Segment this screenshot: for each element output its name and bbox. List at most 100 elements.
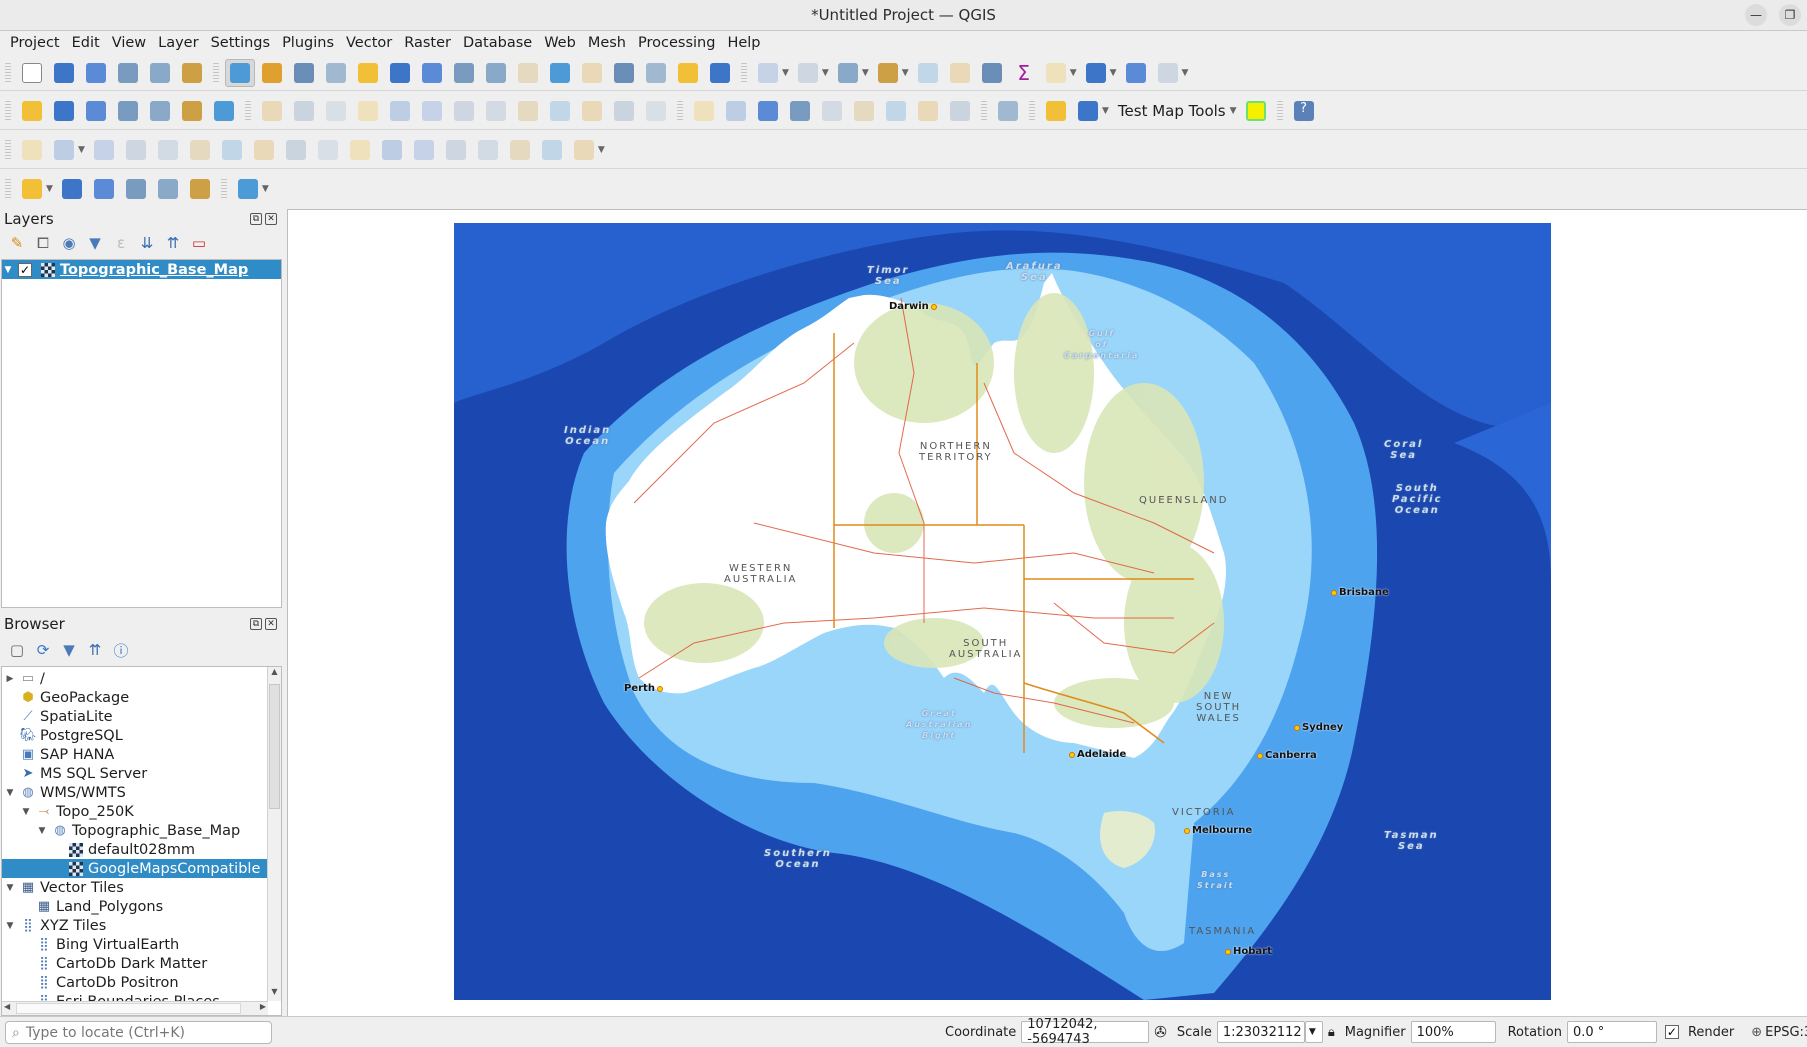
dropdown-arrow[interactable]: ▼ bbox=[1102, 106, 1109, 116]
redo-button[interactable] bbox=[641, 97, 671, 125]
browser-item[interactable]: ▣ SAP HANA bbox=[2, 745, 268, 764]
float-panel-button[interactable]: ⧉ bbox=[250, 213, 262, 225]
annotation-button[interactable] bbox=[17, 175, 47, 203]
show-bookmarks-button[interactable] bbox=[641, 59, 671, 87]
zoom-in-button[interactable] bbox=[289, 59, 319, 87]
properties-icon[interactable]: ⓘ bbox=[110, 639, 132, 661]
menu-web[interactable]: Web bbox=[538, 35, 582, 51]
lock-scale-icon[interactable]: 🔒︎ bbox=[1328, 1025, 1335, 1040]
magnifier-spinbox[interactable]: 100% bbox=[1410, 1021, 1496, 1043]
horizontal-scrollbar[interactable]: ◀ ▶ bbox=[2, 1001, 268, 1015]
map-tips-button[interactable] bbox=[1121, 59, 1151, 87]
move-label-button[interactable] bbox=[881, 97, 911, 125]
current-edits-button[interactable] bbox=[257, 97, 287, 125]
toolbar-grip[interactable] bbox=[1276, 100, 1283, 121]
filter-browser-icon[interactable]: ▼ bbox=[58, 639, 80, 661]
refresh-button[interactable] bbox=[705, 59, 735, 87]
measure-button[interactable] bbox=[1081, 59, 1111, 87]
layer-item[interactable]: ▼ ✓ Topographic_Base_Map bbox=[2, 260, 281, 279]
copy-button[interactable] bbox=[545, 97, 575, 125]
scale-button[interactable] bbox=[569, 136, 599, 164]
browser-item[interactable]: ▼ ◍ Topographic_Base_Map bbox=[2, 821, 268, 840]
expand-arrow-icon[interactable]: ▶ bbox=[4, 674, 16, 684]
dropdown-arrow[interactable]: ▼ bbox=[782, 68, 789, 78]
measure-tool-button[interactable] bbox=[17, 136, 47, 164]
restore-button[interactable]: ❐ bbox=[1779, 4, 1801, 26]
locator-search-input[interactable]: ⌕ Type to locate (Ctrl+K) bbox=[5, 1021, 272, 1044]
select-features-button[interactable] bbox=[753, 59, 783, 87]
rotation-spinbox[interactable]: 0.0 ° bbox=[1566, 1021, 1657, 1043]
scroll-right-arrow[interactable]: ▶ bbox=[260, 1002, 266, 1011]
offset-point-symbols-button[interactable] bbox=[441, 136, 471, 164]
reshape-button[interactable] bbox=[249, 136, 279, 164]
new-shapefile-layer-button[interactable] bbox=[81, 97, 111, 125]
add-ring-button[interactable] bbox=[49, 136, 79, 164]
open-project-button[interactable] bbox=[49, 59, 79, 87]
cut-button[interactable] bbox=[513, 97, 543, 125]
dropdown-arrow[interactable]: ▼ bbox=[78, 145, 85, 155]
python-console-button[interactable] bbox=[1041, 97, 1071, 125]
deselect-button[interactable] bbox=[833, 59, 863, 87]
collapse-all-icon[interactable]: ⇈ bbox=[84, 639, 106, 661]
delete-selected-button[interactable] bbox=[481, 97, 511, 125]
attribute-table-button[interactable] bbox=[1041, 59, 1071, 87]
scale-combobox[interactable]: 1:23032112 bbox=[1216, 1021, 1305, 1043]
browser-item[interactable]: 🐘︎ PostgreSQL bbox=[2, 726, 268, 745]
new-bookmark-button[interactable] bbox=[609, 59, 639, 87]
menu-plugins[interactable]: Plugins bbox=[276, 35, 340, 51]
dropdown-arrow[interactable]: ▼ bbox=[262, 184, 269, 194]
menu-mesh[interactable]: Mesh bbox=[582, 35, 632, 51]
expand-arrow-icon[interactable]: ▼ bbox=[2, 265, 14, 275]
toolbar-grip[interactable] bbox=[5, 139, 11, 160]
dropdown-arrow[interactable]: ▼ bbox=[46, 184, 53, 194]
collapse-all-icon[interactable]: ⇈ bbox=[162, 232, 184, 254]
menu-settings[interactable]: Settings bbox=[205, 35, 276, 51]
crs-button[interactable]: EPSG:3857 bbox=[1765, 1025, 1807, 1040]
menu-edit[interactable]: Edit bbox=[66, 35, 106, 51]
minimize-button[interactable]: — bbox=[1745, 4, 1767, 26]
save-edits-button[interactable] bbox=[321, 97, 351, 125]
map-layer-topographic[interactable]: NORTHERN TERRITORY QUEENSLAND WESTERN AUST… bbox=[454, 223, 1551, 1000]
scroll-left-arrow[interactable]: ◀ bbox=[4, 1002, 10, 1011]
data-source-manager-button[interactable] bbox=[17, 97, 47, 125]
new-virtual-layer-button[interactable] bbox=[177, 97, 207, 125]
dropdown-arrow[interactable]: ▼ bbox=[1182, 68, 1189, 78]
browser-item[interactable]: default028mm bbox=[2, 840, 268, 859]
identify-button[interactable] bbox=[913, 59, 943, 87]
add-point-button[interactable] bbox=[385, 97, 415, 125]
layers-tree[interactable]: ▼ ✓ Topographic_Base_Map bbox=[1, 259, 282, 608]
select-by-location-button[interactable] bbox=[873, 59, 903, 87]
new-print-layout-button[interactable] bbox=[113, 59, 143, 87]
reload-plugin-button[interactable] bbox=[1073, 97, 1103, 125]
toolbar-grip[interactable] bbox=[5, 179, 11, 199]
menu-database[interactable]: Database bbox=[457, 35, 538, 51]
new-3d-map-view-button[interactable] bbox=[577, 59, 607, 87]
zoom-to-layer-button[interactable] bbox=[417, 59, 447, 87]
text-annotation-tool-button[interactable] bbox=[233, 175, 263, 203]
line-annotation-button[interactable] bbox=[121, 175, 151, 203]
marker-annotation-button[interactable] bbox=[153, 175, 183, 203]
delete-part-button[interactable] bbox=[185, 136, 215, 164]
expand-arrow-icon[interactable]: ▼ bbox=[4, 883, 16, 893]
test-map-tools-button[interactable] bbox=[1241, 97, 1271, 125]
browser-item[interactable]: ▶ ▭ / bbox=[2, 669, 268, 688]
pan-button[interactable] bbox=[225, 58, 255, 87]
menu-processing[interactable]: Processing bbox=[632, 35, 721, 51]
text-annotation-button[interactable] bbox=[185, 175, 215, 203]
manage-visibility-icon[interactable]: ◉ bbox=[58, 232, 80, 254]
split-parts-button[interactable] bbox=[313, 136, 343, 164]
new-geopackage-layer-button[interactable] bbox=[49, 97, 79, 125]
toolbar-grip[interactable] bbox=[5, 62, 11, 83]
menu-vector[interactable]: Vector bbox=[340, 35, 398, 51]
scroll-down-arrow[interactable]: ▼ bbox=[268, 987, 281, 1001]
expand-arrow-icon[interactable]: ▼ bbox=[20, 807, 32, 817]
trim-extend-button[interactable] bbox=[473, 136, 503, 164]
zoom-last-button[interactable] bbox=[481, 59, 511, 87]
label-button[interactable] bbox=[689, 97, 719, 125]
refresh-icon[interactable]: ⟳ bbox=[32, 639, 54, 661]
change-label-button[interactable] bbox=[945, 97, 975, 125]
toolbar-grip[interactable] bbox=[677, 100, 683, 121]
expand-all-icon[interactable]: ⇊ bbox=[136, 232, 158, 254]
dropdown-arrow[interactable]: ▼ bbox=[902, 68, 909, 78]
menu-project[interactable]: Project bbox=[4, 35, 66, 51]
